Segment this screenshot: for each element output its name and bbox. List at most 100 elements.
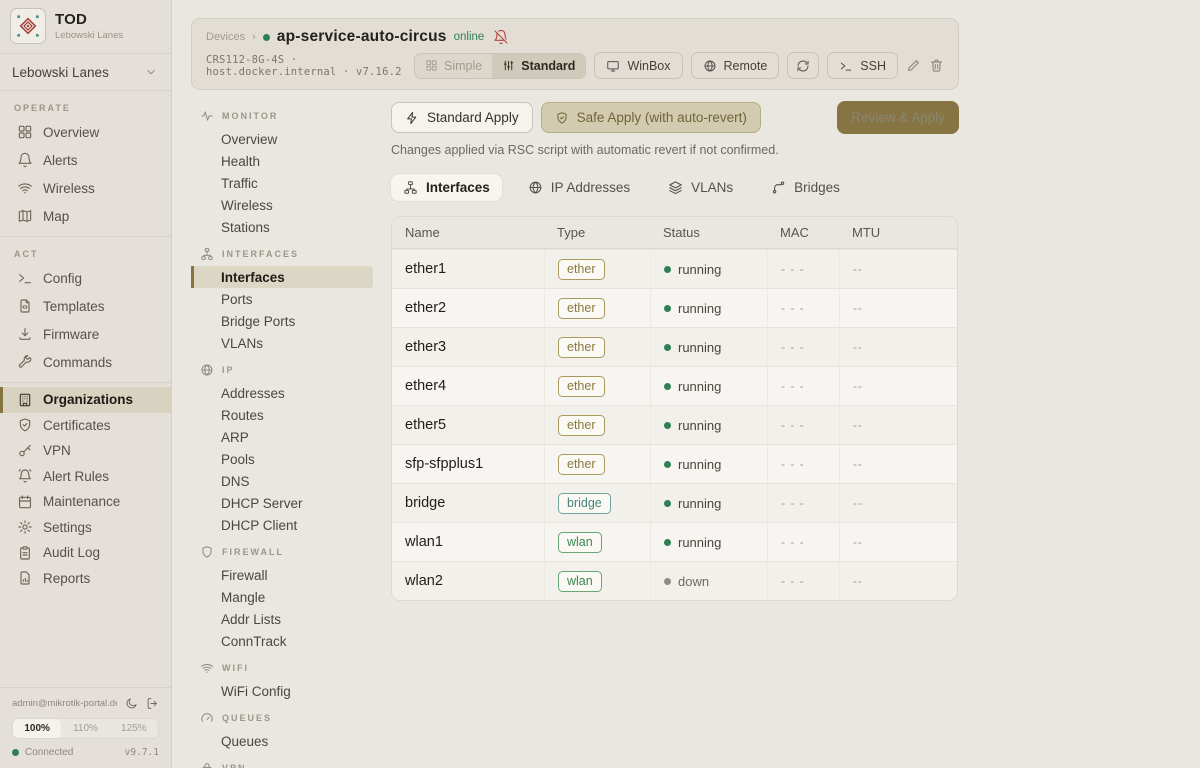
subnav-item-conntrack[interactable]: ConnTrack [191,630,373,652]
status-text: running [678,418,721,433]
subnav-group-header: INTERFACES [191,241,391,266]
ui-zoom-option-125[interactable]: 125% [110,719,158,738]
winbox-button[interactable]: WinBox [594,52,682,79]
status-dot [664,461,671,468]
safe-apply-button[interactable]: Safe Apply (with auto-revert) [541,102,761,133]
subnav-item-dns[interactable]: DNS [191,470,373,492]
subnav-item-traffic[interactable]: Traffic [191,172,373,194]
subnav-item-pools[interactable]: Pools [191,448,373,470]
sidebar-item-wireless[interactable]: Wireless [0,174,171,202]
pencil-button[interactable] [906,58,921,73]
table-row-ether2[interactable]: ether2etherrunning- - --- [392,288,957,327]
sidebar-item-certificates[interactable]: Certificates [0,413,171,439]
sidebar-item-audit-log[interactable]: Audit Log [0,540,171,566]
sidebar-item-templates[interactable]: Templates [0,292,171,320]
table-row-sfp-sfpplus1[interactable]: sfp-sfpplus1etherrunning- - --- [392,444,957,483]
review-apply-button[interactable]: Review & Apply [837,101,959,134]
tab-interfaces[interactable]: Interfaces [391,174,502,201]
view-mode-standard[interactable]: Standard [492,54,585,78]
download-icon [17,326,33,342]
notifications-muted-bell-off-icon[interactable] [493,29,509,45]
interface-name: wlan2 [405,573,443,589]
sidebar-item-firmware[interactable]: Firmware [0,320,171,348]
column-header-type: Type [544,225,650,240]
device-online-dot [263,34,270,41]
clipboard-icon [17,545,33,561]
subnav-item-stations[interactable]: Stations [191,216,373,238]
status-dot [664,578,671,585]
table-row-wlan2[interactable]: wlan2wlandown- - --- [392,561,957,600]
table-row-bridge[interactable]: bridgebridgerunning- - --- [392,483,957,522]
subnav-item-dhcp-server[interactable]: DHCP Server [191,492,373,514]
app-logo-icon [10,8,46,44]
mac-value: - - - [781,301,805,315]
sidebar-item-commands[interactable]: Commands [0,348,171,376]
subnav-group-firewall: FIREWALL FirewallMangleAddr ListsConnTrac… [191,539,391,652]
subnav-item-routes[interactable]: Routes [191,404,373,426]
cell-type: ether [544,289,650,327]
sidebar-item-label: Templates [43,299,105,314]
subnav-item-wireless[interactable]: Wireless [191,194,373,216]
status-text: down [678,574,709,589]
subnav-item-ports[interactable]: Ports [191,288,373,310]
sidebar-item-settings[interactable]: Settings [0,515,171,541]
table-row-ether4[interactable]: ether4etherrunning- - --- [392,366,957,405]
sidebar-item-config[interactable]: Config [0,264,171,292]
subnav-group-label: FIREWALL [222,547,284,557]
content-area: Devices › ap-service-auto-circus online … [172,0,1200,768]
subnav-item-overview[interactable]: Overview [191,128,373,150]
subnav-item-health[interactable]: Health [191,150,373,172]
dark-mode-toggle-moon-icon[interactable] [125,697,138,710]
subnav-item-vlans[interactable]: VLANs [191,332,373,354]
sidebar-item-reports[interactable]: Reports [0,566,171,592]
subnav-group-label: IP [222,365,235,375]
org-selector[interactable]: Lebowski Lanes [0,54,171,90]
sidebar-item-alert-rules[interactable]: Alert Rules [0,464,171,490]
sidebar-item-label: Organizations [43,392,133,407]
remote-button[interactable]: Remote [691,52,780,79]
ssh-button[interactable]: SSH [827,52,898,79]
tab-ip-addresses[interactable]: IP Addresses [516,174,642,201]
subnav-item-firewall[interactable]: Firewall [191,564,373,586]
terminal-icon [17,270,33,286]
sidebar-item-overview[interactable]: Overview [0,118,171,146]
map-icon [17,208,33,224]
sidebar-item-maintenance[interactable]: Maintenance [0,489,171,515]
ui-zoom-option-110[interactable]: 110% [61,719,109,738]
breadcrumb-devices-link[interactable]: Devices [206,31,245,43]
sidebar-item-label: Settings [43,520,92,535]
table-row-wlan1[interactable]: wlan1wlanrunning- - --- [392,522,957,561]
view-mode-simple[interactable]: Simple [415,54,492,78]
sidebar-item-map[interactable]: Map [0,202,171,230]
subnav-item-wifi-config[interactable]: WiFi Config [191,680,373,702]
table-row-ether1[interactable]: ether1etherrunning- - --- [392,249,957,288]
subnav-item-dhcp-client[interactable]: DHCP Client [191,514,373,536]
shield-icon [200,545,214,559]
subnav-item-interfaces[interactable]: Interfaces [191,266,373,288]
tab-bridges[interactable]: Bridges [759,174,852,201]
sidebar-item-organizations[interactable]: Organizations [0,387,171,413]
subnav-item-addresses[interactable]: Addresses [191,382,373,404]
cell-type: bridge [544,484,650,522]
refresh-button[interactable] [787,52,819,79]
subnav-item-addr-lists[interactable]: Addr Lists [191,608,373,630]
cell-name: ether5 [392,406,544,444]
logout-icon[interactable] [146,697,159,710]
standard-apply-button[interactable]: Standard Apply [391,102,533,133]
tab-vlans[interactable]: VLANs [656,174,745,201]
subnav-item-arp[interactable]: ARP [191,426,373,448]
bell-icon [17,152,33,168]
sidebar-item-vpn[interactable]: VPN [0,438,171,464]
subnav-item-queues[interactable]: Queues [191,730,373,752]
table-row-ether5[interactable]: ether5etherrunning- - --- [392,405,957,444]
ui-zoom-option-100[interactable]: 100% [13,719,61,738]
cell-type: wlan [544,562,650,600]
subnav-item-mangle[interactable]: Mangle [191,586,373,608]
table-row-ether3[interactable]: ether3etherrunning- - --- [392,327,957,366]
sidebar-item-alerts[interactable]: Alerts [0,146,171,174]
brand-block: TOD Lebowski Lanes [0,0,171,53]
type-badge: ether [558,337,605,358]
subnav-item-bridge-ports[interactable]: Bridge Ports [191,310,373,332]
trash-button[interactable] [929,58,944,73]
status-text: running [678,340,721,355]
